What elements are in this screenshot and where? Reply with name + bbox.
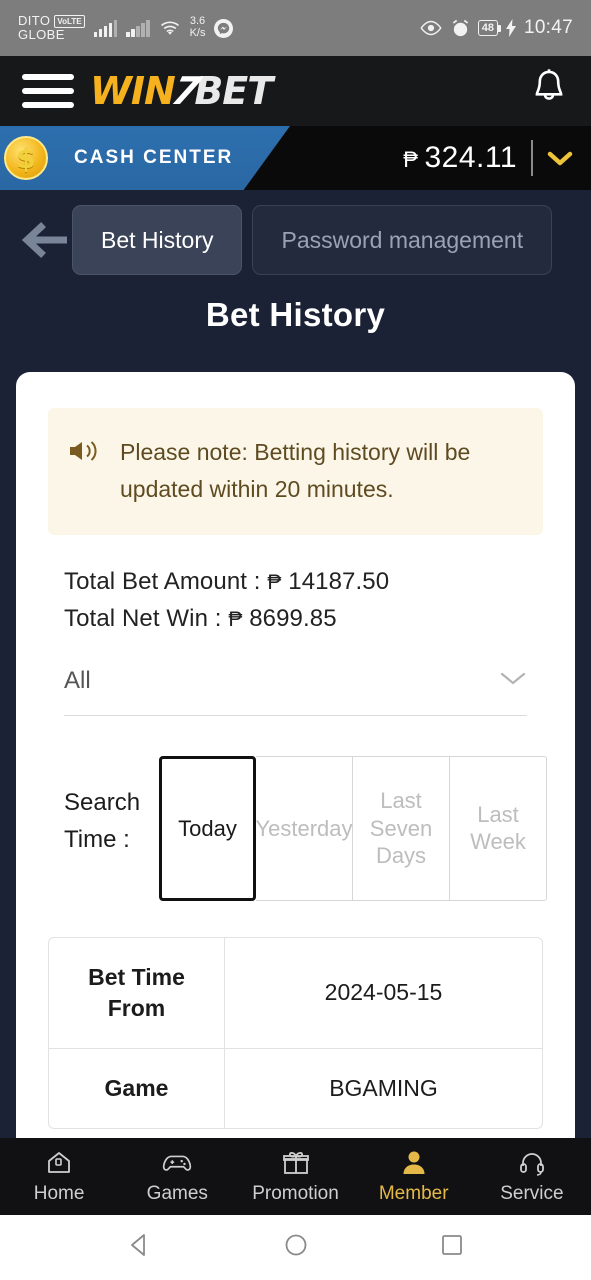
wifi-icon [160,21,179,35]
app-header: WIN 7 BET [0,56,591,126]
tab-bet-history-label: Bet History [101,226,214,253]
nav-item-home[interactable]: Home [0,1149,118,1205]
nav-item-home-label: Home [33,1182,85,1204]
notice-banner: Please note: Betting history will be upd… [48,408,543,535]
nav-item-promotion-label: Promotion [252,1182,339,1204]
search-time-option-last-week[interactable]: Last Week [450,755,547,901]
total-net-win-value: 8699.85 [249,604,337,632]
search-time-option-today-label: Today [178,815,237,841]
winbet-logo[interactable]: WIN 7 BET [90,69,273,113]
nav-item-games[interactable]: Games [118,1149,236,1205]
search-time-option-last-week-label: Last Week [470,801,526,855]
home-circle-icon[interactable] [283,1232,309,1263]
logo-bet-text: BET [194,69,273,113]
eye-icon [420,20,442,36]
gift-icon [282,1151,309,1174]
search-time-option-today[interactable]: Today [159,755,256,901]
phone-screen: DITO VoLTE GLOBE 3.6 K/s 48 10:47 WIN 7 … [0,0,591,1280]
balance-amount: ₱ 324.11 [403,141,517,175]
android-navigation-bar [0,1215,591,1280]
logo-win-text: WIN [90,69,176,113]
peso-symbol: ₱ [403,147,419,172]
cash-center-bar: $ CASH CENTER ₱ 324.11 [0,126,591,190]
search-time-label: Search Time : [64,788,141,854]
cash-center-label: CASH CENTER [74,147,234,168]
nav-item-member-label: Member [378,1182,449,1204]
search-time-option-last-seven-days-label: Last Seven Days [369,788,433,869]
status-bar-clock: 10:47 [523,17,573,38]
battery-icon: 48 [477,20,502,36]
speaker-announcement-icon [68,438,98,509]
table-row: Game BGAMING [49,1047,542,1129]
total-net-win-currency: ₱ [228,607,243,631]
totals-summary: Total Bet Amount : ₱ 14187.50 Total Net … [64,563,575,637]
bottom-navigation: Home Games Promotion Member Service [0,1138,591,1215]
signal-bars-icon [93,19,118,37]
game-filter-selected-value: All [64,666,91,694]
search-time-options: Today Yesterday Last Seven Days Last Wee… [159,755,547,901]
bet-time-from-key: Bet Time From [49,937,225,1048]
search-time-option-yesterday[interactable]: Yesterday [255,755,353,901]
notification-bell-icon[interactable] [529,68,569,115]
headset-icon [520,1152,544,1176]
charging-bolt-icon [505,19,516,37]
back-triangle-icon[interactable] [127,1232,153,1263]
tab-bet-history[interactable]: Bet History [72,205,243,275]
balance-divider [531,140,533,176]
tab-password-management-label: Password management [281,226,524,253]
balance-display: ₱ 324.11 [403,126,573,190]
nav-item-member[interactable]: Member [355,1149,473,1205]
search-time-option-yesterday-label: Yesterday [255,815,353,841]
volte-badge: VoLTE [54,14,85,28]
back-arrow-icon[interactable] [14,221,72,259]
total-bet-amount-label: Total Bet Amount : [64,567,261,595]
balance-value: 324.11 [424,141,517,174]
notice-text: Please note: Betting history will be upd… [120,439,471,503]
hamburger-menu-icon[interactable] [22,74,74,108]
status-bar-right: 48 10:47 [419,17,573,39]
bet-time-from-value: 2024-05-15 [324,979,443,1006]
total-bet-amount-row: Total Bet Amount : ₱ 14187.50 [64,563,575,600]
carrier-primary-label: DITO [18,13,51,29]
cash-center-button[interactable]: $ CASH CENTER [0,126,290,190]
status-bar-left: DITO VoLTE GLOBE 3.6 K/s [18,14,234,41]
signal-bars-icon-secondary [126,19,150,37]
total-net-win-row: Total Net Win : ₱ 8699.85 [64,600,575,637]
recents-square-icon[interactable] [439,1232,465,1263]
bet-detail-table: Bet Time From 2024-05-15 Game BGAMING [48,936,543,1130]
chevron-down-icon[interactable] [547,143,573,174]
search-time-option-last-seven-days[interactable]: Last Seven Days [353,755,450,901]
search-time-row: Search Time : Today Yesterday Last Seven… [64,755,575,901]
carrier-labels: DITO VoLTE GLOBE [18,14,85,41]
gamepad-icon [163,1155,192,1171]
user-icon [403,1151,425,1174]
alarm-clock-icon [452,19,468,36]
carrier-secondary-label: GLOBE [18,27,65,42]
content-card: Please note: Betting history will be upd… [16,372,575,1162]
table-row: Bet Time From 2024-05-15 [49,937,542,1048]
android-status-bar: DITO VoLTE GLOBE 3.6 K/s 48 10:47 [0,0,591,56]
total-bet-amount-value: 14187.50 [288,567,390,595]
chevron-down-icon [499,669,527,692]
nav-item-service-label: Service [500,1182,564,1204]
messenger-icon [214,18,234,38]
tab-password-management[interactable]: Password management [252,205,553,275]
total-bet-amount-currency: ₱ [267,570,282,594]
nav-item-service[interactable]: Service [473,1149,591,1205]
total-net-win-label: Total Net Win : [64,604,222,632]
game-filter-select[interactable]: All [64,667,527,716]
tab-bar: Bet History Password management [0,190,591,290]
game-value: BGAMING [225,1047,542,1128]
speed-unit: K/s [189,27,206,39]
dollar-coin-icon: $ [4,136,48,180]
game-key: Game [49,1047,225,1129]
nav-item-games-label: Games [146,1182,208,1204]
home-icon [48,1151,70,1173]
page-title: Bet History [205,296,386,333]
network-speed-indicator: 3.6 K/s [190,16,206,39]
nav-item-promotion[interactable]: Promotion [236,1149,354,1205]
